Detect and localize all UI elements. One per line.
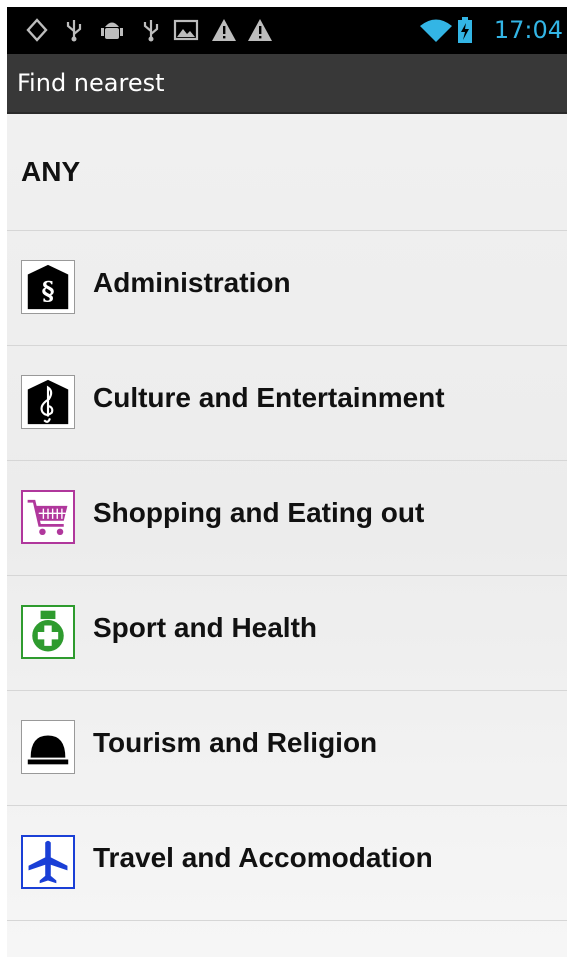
list-item-label: Sport and Health <box>93 612 318 643</box>
status-bar: 17:04 <box>7 7 567 54</box>
gps-icon <box>25 17 49 43</box>
page-title: Find nearest <box>17 69 165 97</box>
list-item-label: Culture and Entertainment <box>93 382 445 413</box>
list-item-label: Shopping and Eating out <box>93 497 425 528</box>
list-item-label: Tourism and Religion <box>93 727 378 758</box>
svg-text:§: § <box>41 276 54 306</box>
paragraph-sign-icon: § <box>21 260 75 314</box>
usb-icon <box>140 17 162 43</box>
medical-cross-icon <box>21 605 75 659</box>
bell-icon <box>21 720 75 774</box>
list-item-tourism-and-religion[interactable]: Tourism and Religion <box>7 691 567 806</box>
treble-clef-icon <box>21 375 75 429</box>
image-icon <box>173 17 199 43</box>
list-item-label: Administration <box>93 267 291 298</box>
list-item-sport-and-health[interactable]: Sport and Health <box>7 576 567 691</box>
airplane-icon <box>21 835 75 889</box>
battery-charging-icon <box>457 17 473 43</box>
category-list: ANY § Administration Culture and Enterta… <box>7 114 567 921</box>
list-item-any[interactable]: ANY <box>7 114 567 231</box>
list-item-travel-and-accomodation[interactable]: Travel and Accomodation <box>7 806 567 921</box>
list-item-culture-and-entertainment[interactable]: Culture and Entertainment <box>7 346 567 461</box>
list-item-label: ANY <box>21 156 81 187</box>
usb-icon <box>63 17 85 43</box>
wifi-icon <box>419 17 453 43</box>
shopping-cart-icon <box>21 490 75 544</box>
android-debug-icon <box>100 17 124 43</box>
warning-icon <box>211 17 237 43</box>
list-item-shopping-and-eating-out[interactable]: Shopping and Eating out <box>7 461 567 576</box>
list-item-label: Travel and Accomodation <box>93 842 433 873</box>
action-bar: Find nearest <box>7 54 567 114</box>
phone-screen: 17:04 Find nearest ANY § Administration <box>7 7 567 957</box>
list-item-administration[interactable]: § Administration <box>7 231 567 346</box>
warning-icon <box>247 17 273 43</box>
status-clock: 17:04 <box>493 16 563 44</box>
